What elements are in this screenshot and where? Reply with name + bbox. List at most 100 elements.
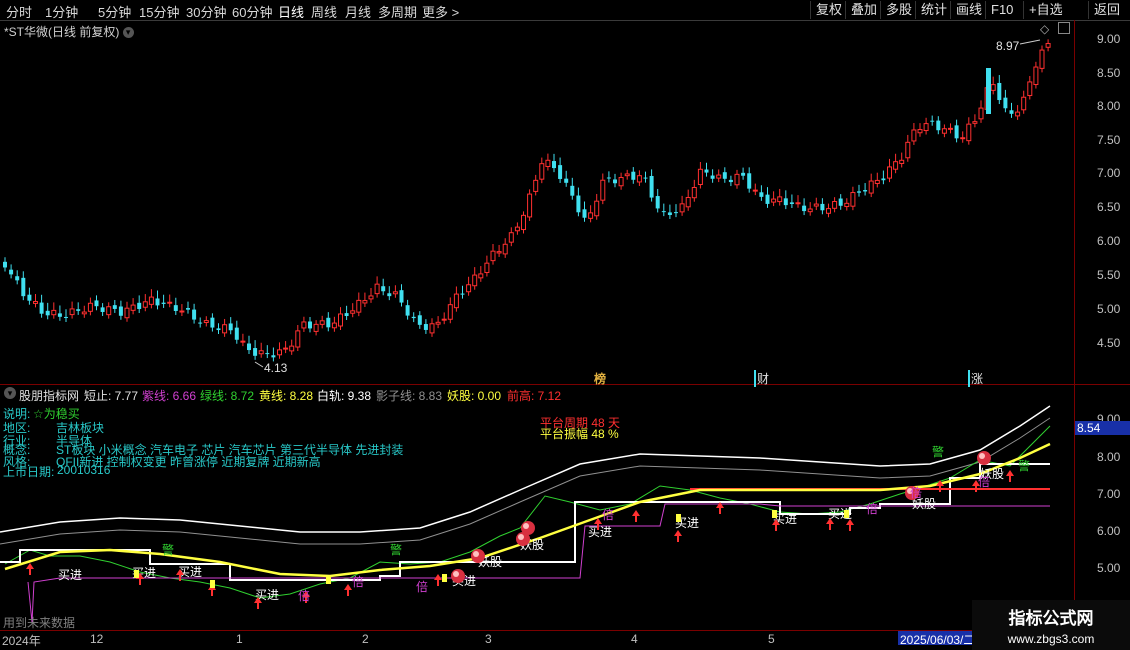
candle (881, 170, 886, 185)
f10-button[interactable]: F10 (985, 1, 1018, 19)
candle (502, 238, 508, 258)
tab-weekly[interactable]: 周线 (311, 2, 337, 21)
future-data-note: 用到未来数据 (3, 616, 76, 630)
indicator-chart[interactable]: 买进 买进 买进买进买进买进买进 买进 买进妖股妖股妖股妖股倍倍 倍倍 倍倍倍警 警警警 (0, 386, 1074, 630)
candle (990, 76, 996, 95)
candle (911, 123, 917, 145)
candle (564, 170, 569, 187)
candle (948, 123, 953, 134)
tab-daily[interactable]: 日线 (278, 2, 304, 21)
candle (435, 316, 441, 329)
candle (3, 257, 7, 272)
candle (795, 195, 801, 208)
candle (899, 152, 905, 168)
candle (392, 285, 398, 298)
tab-fenshi[interactable]: 分时 (6, 2, 32, 21)
candle (820, 198, 825, 215)
date-tick: 1 (236, 632, 243, 646)
candle (192, 303, 197, 324)
candle (9, 264, 14, 279)
candle (484, 255, 490, 277)
candle (472, 267, 478, 290)
candle (1045, 39, 1051, 52)
price-tick: 7.00 (1097, 166, 1121, 180)
draw-line-button[interactable]: 画线 (950, 1, 987, 19)
candle (45, 302, 50, 320)
event-marker[interactable]: 涨 (968, 370, 983, 387)
tab-multi-period[interactable]: 多周期 (378, 2, 417, 21)
double-signal-label: 倍 (910, 485, 922, 500)
volume-flag (844, 510, 849, 518)
tab-30min[interactable]: 30分钟 (186, 2, 226, 21)
multi-stock-button[interactable]: 多股 (880, 1, 917, 19)
candle (417, 311, 422, 329)
high-price-label: 8.97 (996, 39, 1020, 53)
candle (813, 197, 819, 211)
volume-flag (676, 514, 681, 522)
candle (478, 266, 484, 282)
candle (265, 345, 270, 359)
indicator-tick: 5.00 (1097, 561, 1121, 575)
candle (941, 124, 947, 138)
alert-signal-label: 警 (390, 542, 402, 557)
candle (331, 316, 337, 332)
tab-monthly[interactable]: 月线 (345, 2, 371, 21)
overlay-button[interactable]: 叠加 (845, 1, 882, 19)
volume-flag (442, 574, 447, 582)
candle (1033, 61, 1039, 89)
demon-ball-icon (521, 521, 535, 535)
candle (362, 292, 368, 307)
candle (271, 347, 276, 362)
candle (624, 169, 630, 180)
candle (441, 312, 447, 325)
volume-flag (772, 510, 777, 518)
back-button[interactable]: 返回 (1088, 1, 1125, 19)
candle (234, 320, 239, 344)
demon-ball-icon (451, 569, 465, 583)
event-marker[interactable]: 榜 (594, 370, 606, 387)
candle (765, 187, 770, 208)
candle (51, 302, 57, 319)
candlestick-chart[interactable] (0, 20, 1074, 384)
candle (777, 188, 783, 206)
candle (368, 287, 374, 303)
tab-60min[interactable]: 60分钟 (232, 2, 272, 21)
candle (142, 294, 148, 312)
fuquan-button[interactable]: 复权 (810, 1, 847, 19)
green-line (4, 425, 1051, 599)
price-tick: 6.50 (1097, 200, 1121, 214)
candle (21, 271, 26, 301)
candle (179, 304, 185, 317)
candle (802, 198, 807, 216)
tab-more[interactable]: 更多 > (422, 2, 459, 21)
candle (613, 173, 617, 188)
candle (344, 305, 349, 321)
add-watchlist-button[interactable]: +自选 (1023, 1, 1068, 19)
indicator-tick: 7.00 (1097, 487, 1121, 501)
candle (76, 302, 81, 315)
tab-1min[interactable]: 1分钟 (45, 2, 78, 21)
candle (210, 313, 215, 332)
candle (832, 197, 838, 213)
volume-flag (210, 580, 215, 588)
tab-15min[interactable]: 15分钟 (139, 2, 179, 21)
event-marker[interactable]: 财 (754, 370, 769, 387)
volume-flag (134, 570, 139, 578)
candle (338, 307, 343, 330)
candle (308, 316, 312, 333)
candle (783, 190, 788, 210)
candle (167, 294, 173, 308)
candle (747, 167, 752, 193)
candle (936, 116, 941, 135)
tab-5min[interactable]: 5分钟 (98, 2, 131, 21)
candle (576, 187, 581, 217)
candle (222, 318, 228, 337)
buy-arrow-icon (632, 510, 640, 522)
candle (966, 117, 972, 145)
low-price-label: 4.13 (264, 361, 288, 375)
alert-signal-label: 警 (162, 542, 174, 557)
candle (868, 173, 874, 198)
stats-button[interactable]: 统计 (915, 1, 952, 19)
toolbar: 分时 1分钟 5分钟 15分钟 30分钟 60分钟 日线 周线 月线 多周期 更… (0, 0, 1130, 21)
candle (313, 320, 319, 336)
